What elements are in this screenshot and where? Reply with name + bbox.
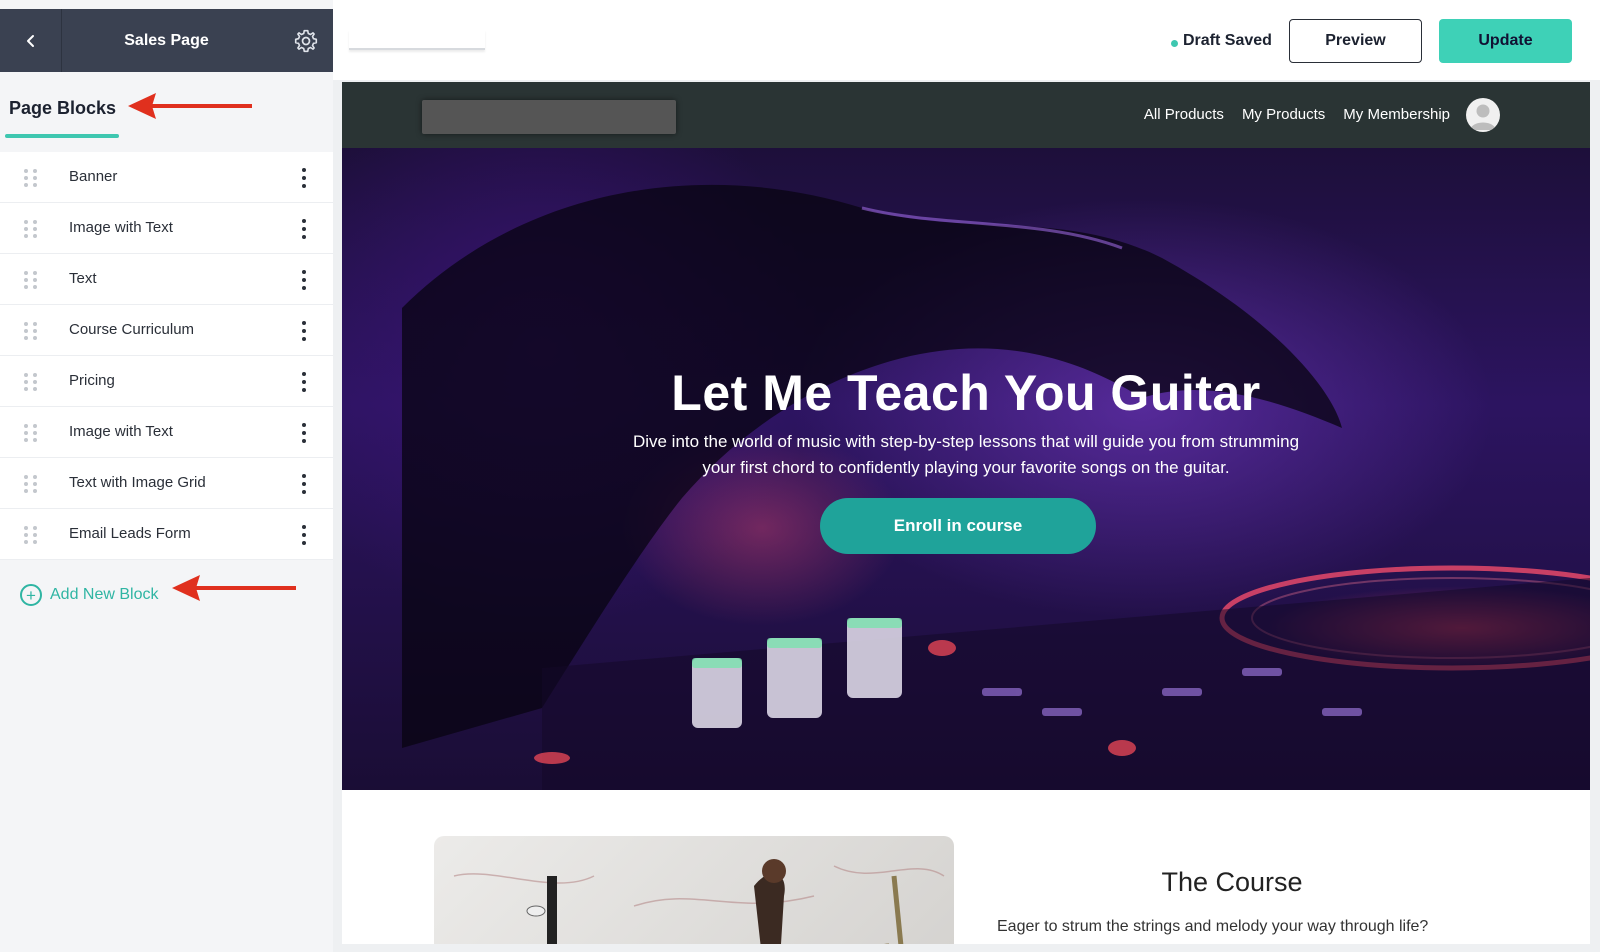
block-label: Text with Image Grid	[69, 474, 206, 491]
drag-handle-icon[interactable]	[24, 271, 38, 289]
more-options-icon[interactable]	[301, 270, 307, 290]
enroll-button[interactable]: Enroll in course	[820, 498, 1096, 554]
more-options-icon[interactable]	[301, 372, 307, 392]
more-options-icon[interactable]	[301, 219, 307, 239]
block-item[interactable]: Banner	[0, 152, 333, 203]
save-status: Draft Saved	[1171, 32, 1272, 50]
block-item[interactable]: Image with Text	[0, 203, 333, 254]
sidebar: Sales Page Page Blocks Banner Image with…	[0, 0, 333, 952]
annotation-arrow-icon	[128, 93, 252, 119]
block-list: Banner Image with Text Text Course Curri…	[0, 152, 333, 560]
block-item[interactable]: Image with Text	[0, 407, 333, 458]
course-image	[434, 836, 954, 944]
add-new-block-label: Add New Block	[50, 586, 159, 603]
drag-handle-icon[interactable]	[24, 424, 38, 442]
save-status-text: Draft Saved	[1183, 32, 1272, 49]
hero-title: Let Me Teach You Guitar	[671, 365, 1261, 421]
instruments-image	[453, 859, 945, 944]
site-nav-links: All Products My Products My Membership	[1144, 106, 1450, 123]
plus-circle-icon: +	[20, 584, 42, 606]
drag-handle-icon[interactable]	[24, 220, 38, 238]
annotation-arrow-icon	[172, 575, 296, 601]
nav-link-my-membership[interactable]: My Membership	[1343, 106, 1450, 123]
preview-button[interactable]: Preview	[1289, 19, 1422, 63]
more-options-icon[interactable]	[301, 525, 307, 545]
gear-icon[interactable]	[293, 28, 319, 54]
block-label: Image with Text	[69, 423, 173, 440]
site-navbar: All Products My Products My Membership	[342, 82, 1590, 148]
page-title-input[interactable]	[349, 30, 485, 50]
hero-subtitle: Dive into the world of music with step-b…	[632, 432, 1300, 477]
drag-handle-icon[interactable]	[24, 475, 38, 493]
more-options-icon[interactable]	[301, 321, 307, 341]
more-options-icon[interactable]	[301, 168, 307, 188]
block-item[interactable]: Course Curriculum	[0, 305, 333, 356]
drag-handle-icon[interactable]	[24, 526, 38, 544]
site-logo	[422, 100, 676, 134]
course-section-text: Eager to strum the strings and melody yo…	[997, 918, 1429, 935]
drag-handle-icon[interactable]	[24, 169, 38, 187]
page-blocks-title: Page Blocks	[9, 98, 117, 118]
drag-handle-icon[interactable]	[24, 373, 38, 391]
more-options-icon[interactable]	[301, 474, 307, 494]
block-item[interactable]: Text with Image Grid	[0, 458, 333, 509]
back-button[interactable]	[0, 9, 62, 72]
block-label: Course Curriculum	[69, 321, 195, 338]
block-label: Image with Text	[69, 219, 173, 236]
block-item[interactable]: Email Leads Form	[0, 509, 333, 560]
block-item[interactable]: Text	[0, 254, 333, 305]
page-preview: All Products My Products My Membership L…	[342, 82, 1590, 944]
add-new-block-button[interactable]: + Add New Block	[20, 584, 159, 606]
more-options-icon[interactable]	[301, 423, 307, 443]
hero-content: Let Me Teach You Guitar Dive into the wo…	[342, 366, 1590, 481]
tab-active-indicator	[5, 134, 119, 138]
block-label: Pricing	[69, 372, 115, 389]
block-item[interactable]: Pricing	[0, 356, 333, 407]
status-dot-icon	[1171, 39, 1178, 47]
course-section-title: The Course	[1161, 867, 1303, 897]
update-button[interactable]: Update	[1439, 19, 1572, 63]
block-label: Text	[69, 270, 97, 287]
hero-banner: Let Me Teach You Guitar Dive into the wo…	[342, 148, 1590, 790]
avatar[interactable]	[1466, 98, 1500, 132]
sidebar-title: Sales Page	[124, 31, 209, 49]
editor-toolbar: Draft Saved Preview Update	[333, 0, 1600, 80]
chevron-left-icon	[26, 34, 34, 47]
nav-link-my-products[interactable]: My Products	[1242, 106, 1325, 123]
nav-link-all-products[interactable]: All Products	[1144, 106, 1224, 123]
drag-handle-icon[interactable]	[24, 322, 38, 340]
sidebar-header: Sales Page	[0, 9, 333, 72]
block-label: Email Leads Form	[69, 525, 191, 542]
user-icon	[1470, 104, 1496, 130]
block-label: Banner	[69, 168, 118, 185]
